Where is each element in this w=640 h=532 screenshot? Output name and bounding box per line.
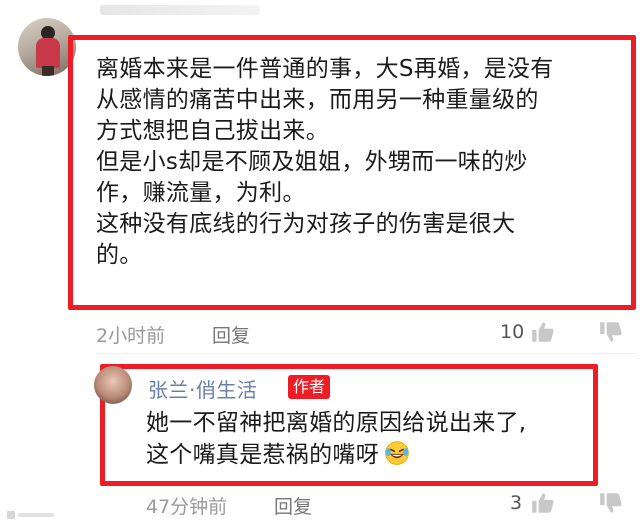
- comment-line-text: 这个嘴真是惹祸的嘴呀: [146, 442, 379, 468]
- thumbs-down-icon[interactable]: [598, 319, 624, 345]
- comment-line: 从感情的痛苦中出来，而用另一种重量级的: [96, 87, 539, 113]
- comment-timestamp: 2小时前: [96, 325, 166, 347]
- thumbs-up-icon[interactable]: [530, 319, 556, 345]
- reply-meta-row: 47分钟前 回复 3: [146, 490, 636, 520]
- comment-text: 离婚本来是一件普通的事，大S再婚，是没有 从感情的痛苦中出来，而用另一种重量级的…: [96, 54, 616, 271]
- comment-line: 但是小s却是不顾及姐姐，外甥而一味的炒: [96, 149, 528, 175]
- comment-line: 离婚本来是一件普通的事，大S再婚，是没有: [96, 56, 554, 82]
- comment-meta-row: 2小时前 回复 10: [96, 317, 636, 347]
- author-name[interactable]: 张兰·俏生活: [148, 374, 257, 403]
- comment-line: 这个嘴真是惹祸的嘴呀: [146, 439, 586, 471]
- username-placeholder-bar: [100, 2, 260, 18]
- watermark-logo: [7, 511, 54, 519]
- author-badge: 作者: [288, 375, 331, 399]
- comment-line: 的。: [96, 242, 143, 268]
- comment-timestamp: 47分钟前: [146, 496, 228, 518]
- avatar[interactable]: [94, 366, 132, 404]
- divider: [96, 353, 636, 354]
- comment-line: 她一不留神把离婚的原因给说出来了,: [146, 410, 527, 436]
- thumbs-down-icon[interactable]: [598, 490, 624, 516]
- comment-line: 这种没有底线的行为对孩子的伤害是很大: [96, 211, 516, 237]
- thumbs-up-icon[interactable]: [530, 490, 556, 516]
- comment-line: 作，赚流量，为利。: [96, 180, 306, 206]
- like-count: 3: [510, 492, 523, 514]
- reply-button[interactable]: 回复: [212, 321, 250, 348]
- comment-line: 方式想把自己拔出来。: [96, 118, 329, 144]
- reply-text: 她一不留神把离婚的原因给说出来了, 这个嘴真是惹祸的嘴呀: [146, 408, 586, 471]
- laughing-crying-emoji-icon: [385, 441, 409, 465]
- comment-1: 离婚本来是一件普通的事，大S再婚，是没有 从感情的痛苦中出来，而用另一种重量级的…: [0, 0, 640, 350]
- reply-button[interactable]: 回复: [274, 492, 312, 519]
- like-count: 10: [500, 321, 525, 343]
